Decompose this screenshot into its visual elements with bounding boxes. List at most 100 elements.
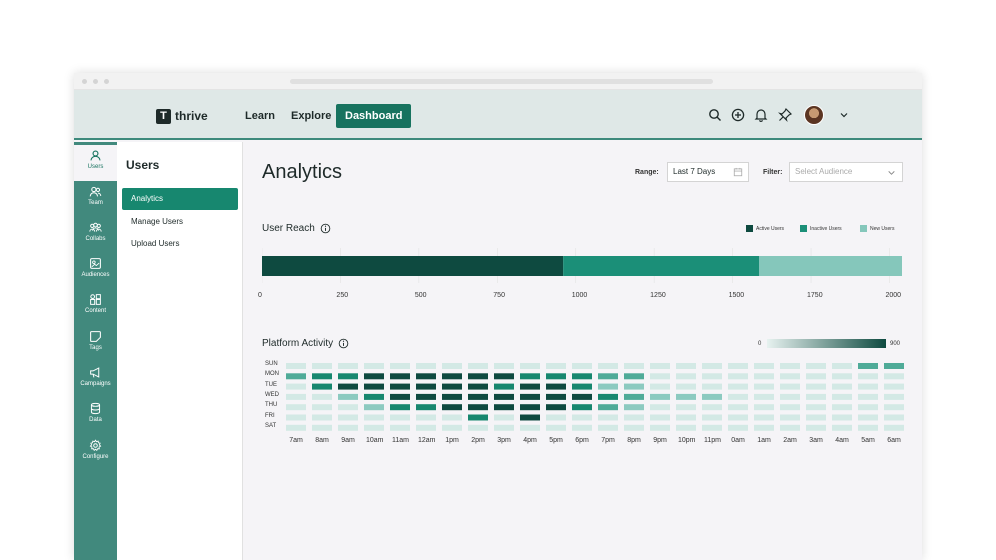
heatmap-cell[interactable] xyxy=(832,393,852,400)
nav-dashboard[interactable]: Dashboard xyxy=(336,104,412,128)
heatmap-cell[interactable] xyxy=(364,373,384,380)
heatmap-cell[interactable] xyxy=(858,404,878,411)
heatmap-cell[interactable] xyxy=(494,404,514,411)
heatmap-cell[interactable] xyxy=(572,404,592,411)
heatmap-cell[interactable] xyxy=(858,393,878,400)
heatmap-cell[interactable] xyxy=(494,393,514,400)
heatmap-cell[interactable] xyxy=(468,404,488,411)
sidebar-item-configure[interactable]: Configure xyxy=(74,435,117,471)
heatmap-cell[interactable] xyxy=(806,373,826,380)
heatmap-cell[interactable] xyxy=(780,363,800,369)
heatmap-cell[interactable] xyxy=(832,404,852,411)
heatmap-cell[interactable] xyxy=(598,404,618,411)
heatmap-cell[interactable] xyxy=(546,393,566,400)
pin-icon[interactable] xyxy=(777,107,793,123)
heatmap-cell[interactable] xyxy=(520,363,540,369)
heatmap-cell[interactable] xyxy=(702,373,722,380)
heatmap-cell[interactable] xyxy=(416,404,436,411)
heatmap-cell[interactable] xyxy=(364,363,384,369)
heatmap-cell[interactable] xyxy=(858,383,878,390)
heatmap-cell[interactable] xyxy=(312,373,332,380)
heatmap-cell[interactable] xyxy=(416,373,436,380)
heatmap-cell[interactable] xyxy=(416,363,436,369)
heatmap-cell[interactable] xyxy=(390,414,410,421)
heatmap-cell[interactable] xyxy=(624,373,644,380)
subnav-item-upload-users[interactable]: Upload Users xyxy=(122,233,238,255)
heatmap-cell[interactable] xyxy=(806,393,826,400)
heatmap-cell[interactable] xyxy=(884,404,904,411)
heatmap-cell[interactable] xyxy=(286,414,306,421)
heatmap-cell[interactable] xyxy=(416,424,436,431)
heatmap-cell[interactable] xyxy=(468,424,488,431)
heatmap-cell[interactable] xyxy=(780,424,800,431)
heatmap-cell[interactable] xyxy=(416,383,436,390)
heatmap-cell[interactable] xyxy=(832,363,852,369)
heatmap-cell[interactable] xyxy=(650,393,670,400)
heatmap-cell[interactable] xyxy=(702,393,722,400)
heatmap-cell[interactable] xyxy=(806,363,826,369)
heatmap-cell[interactable] xyxy=(884,373,904,380)
subnav-item-analytics[interactable]: Analytics xyxy=(122,188,238,210)
heatmap-cell[interactable] xyxy=(754,383,774,390)
heatmap-cell[interactable] xyxy=(624,414,644,421)
heatmap-cell[interactable] xyxy=(494,383,514,390)
reach-bar-inactive-users[interactable] xyxy=(563,256,760,276)
heatmap-cell[interactable] xyxy=(806,404,826,411)
heatmap-cell[interactable] xyxy=(650,383,670,390)
heatmap-cell[interactable] xyxy=(442,373,462,380)
heatmap-cell[interactable] xyxy=(520,373,540,380)
heatmap-cell[interactable] xyxy=(416,393,436,400)
heatmap-cell[interactable] xyxy=(312,424,332,431)
heatmap-cell[interactable] xyxy=(702,424,722,431)
heatmap-cell[interactable] xyxy=(832,424,852,431)
heatmap-cell[interactable] xyxy=(546,414,566,421)
heatmap-cell[interactable] xyxy=(572,393,592,400)
heatmap-cell[interactable] xyxy=(442,393,462,400)
heatmap-cell[interactable] xyxy=(338,363,358,369)
heatmap-cell[interactable] xyxy=(884,393,904,400)
sidebar-item-content[interactable]: Content xyxy=(74,289,117,325)
user-avatar[interactable] xyxy=(804,105,824,125)
heatmap-cell[interactable] xyxy=(728,363,748,369)
heatmap-cell[interactable] xyxy=(390,383,410,390)
subnav-item-manage-users[interactable]: Manage Users xyxy=(122,211,238,233)
heatmap-cell[interactable] xyxy=(494,373,514,380)
heatmap-cell[interactable] xyxy=(676,383,696,390)
heatmap-cell[interactable] xyxy=(676,393,696,400)
heatmap-cell[interactable] xyxy=(494,363,514,369)
heatmap-cell[interactable] xyxy=(598,363,618,369)
heatmap-cell[interactable] xyxy=(390,373,410,380)
info-icon[interactable] xyxy=(338,338,349,349)
heatmap-cell[interactable] xyxy=(858,414,878,421)
heatmap-cell[interactable] xyxy=(520,424,540,431)
heatmap-cell[interactable] xyxy=(572,363,592,369)
heatmap-cell[interactable] xyxy=(598,373,618,380)
heatmap-cell[interactable] xyxy=(468,363,488,369)
heatmap-cell[interactable] xyxy=(728,414,748,421)
heatmap-cell[interactable] xyxy=(702,404,722,411)
heatmap-cell[interactable] xyxy=(520,414,540,421)
heatmap-cell[interactable] xyxy=(780,414,800,421)
sidebar-item-audiences[interactable]: Audiences xyxy=(74,253,117,289)
heatmap-cell[interactable] xyxy=(598,414,618,421)
heatmap-cell[interactable] xyxy=(702,383,722,390)
heatmap-cell[interactable] xyxy=(546,404,566,411)
heatmap-cell[interactable] xyxy=(442,404,462,411)
heatmap-cell[interactable] xyxy=(312,363,332,369)
nav-explore[interactable]: Explore xyxy=(291,104,331,128)
heatmap-cell[interactable] xyxy=(546,383,566,390)
audience-filter-select[interactable]: Select Audience xyxy=(789,162,903,182)
heatmap-cell[interactable] xyxy=(364,393,384,400)
heatmap-cell[interactable] xyxy=(338,373,358,380)
heatmap-cell[interactable] xyxy=(598,383,618,390)
heatmap-cell[interactable] xyxy=(390,424,410,431)
heatmap-cell[interactable] xyxy=(286,373,306,380)
heatmap-cell[interactable] xyxy=(780,373,800,380)
brand-logo[interactable]: T thrive xyxy=(156,108,208,124)
heatmap-cell[interactable] xyxy=(676,424,696,431)
heatmap-cell[interactable] xyxy=(546,424,566,431)
add-icon[interactable] xyxy=(730,107,746,123)
heatmap-cell[interactable] xyxy=(676,404,696,411)
sidebar-item-users[interactable]: Users xyxy=(74,145,117,181)
heatmap-cell[interactable] xyxy=(468,414,488,421)
